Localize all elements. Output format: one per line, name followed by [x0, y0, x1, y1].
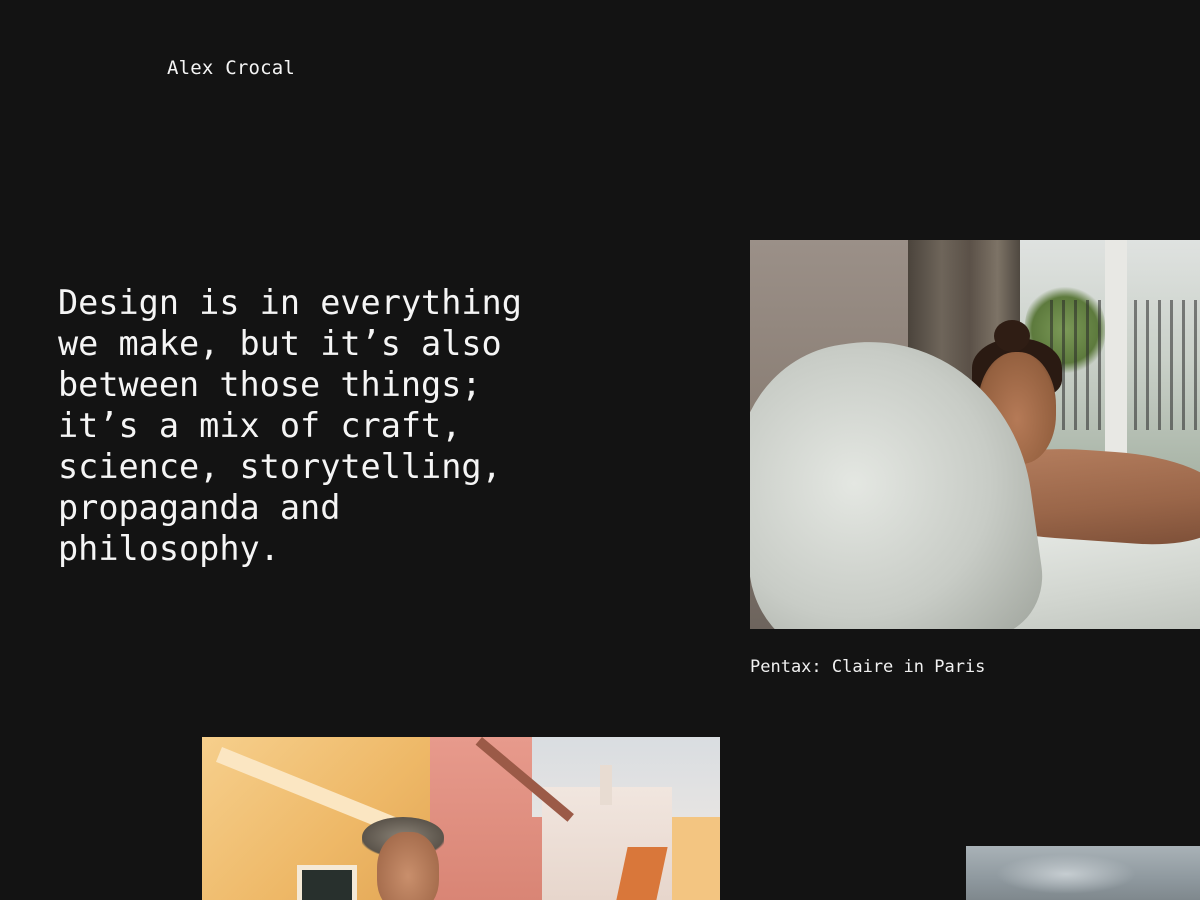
hero-quote-line: philosophy. — [58, 529, 280, 568]
site-name-link[interactable]: Alex Crocal — [167, 57, 295, 79]
hero-quote-line: Design is in everything — [58, 283, 522, 322]
photo-window — [297, 865, 357, 900]
hero-quote-line: it’s a mix of craft, — [58, 406, 462, 445]
gallery-photo-sky[interactable] — [966, 846, 1200, 900]
hero-quote-line: propaganda and — [58, 488, 341, 527]
photo-chimney — [600, 765, 612, 805]
hero-quote-line: between those things; — [58, 365, 482, 404]
photo-caption: Pentax: Claire in Paris — [750, 657, 986, 677]
photo-cloud — [996, 854, 1136, 894]
hero-quote-line: science, storytelling, — [58, 447, 502, 486]
hero-quote-line: we make, but it’s also — [58, 324, 502, 363]
photo-man-head — [377, 832, 439, 900]
hero-quote: Design is in everything we make, but it’… — [58, 282, 678, 569]
photo-figure-bun — [994, 320, 1030, 352]
gallery-photo-claire-in-paris[interactable] — [750, 240, 1200, 629]
photo-window-frame — [1105, 240, 1127, 460]
gallery-photo-street-portrait[interactable] — [202, 737, 720, 900]
